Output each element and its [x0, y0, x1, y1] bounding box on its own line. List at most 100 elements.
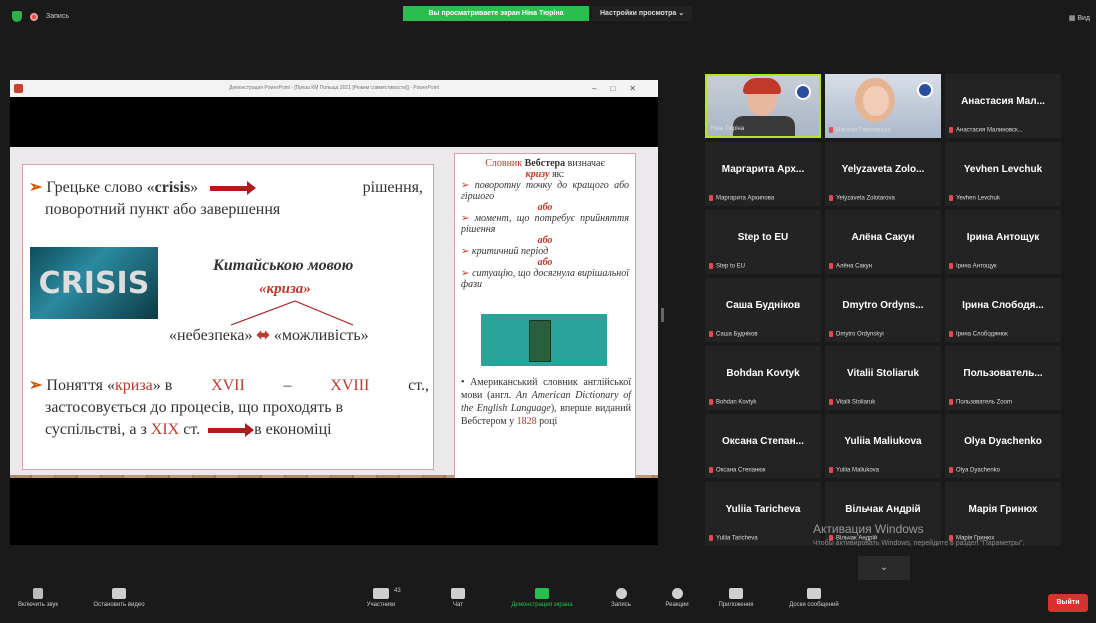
security-shield-icon[interactable]: [12, 11, 22, 22]
participant-display-name: Bohdan Kovtyk: [726, 368, 800, 379]
participant-tile[interactable]: Yelyzaveta Zolo... Yelyzaveta Zolotarova: [825, 142, 941, 206]
participant-display-name: Yuliia Maliukova: [844, 436, 922, 447]
participant-name-label: Step to EU: [709, 263, 745, 270]
participants-icon: [373, 588, 389, 599]
powerpoint-window-title: Демонстрация PowerPoint - [Преза КМ Поль…: [229, 85, 439, 91]
participant-tile[interactable]: Bohdan Kovtyk Bohdan Kovtyk: [705, 346, 821, 410]
participant-display-name: Анастасия Мал...: [961, 96, 1045, 107]
reactions-button[interactable]: Реакции: [658, 584, 696, 608]
participant-tile[interactable]: Dmytro Ordyns... Dmytro Ordynskyi: [825, 278, 941, 342]
bullet-arrow-icon: ➢: [29, 377, 47, 394]
muted-mic-icon: [709, 263, 713, 270]
arrow-right-icon: [208, 422, 255, 437]
leave-meeting-button[interactable]: Выйти: [1048, 594, 1088, 612]
muted-mic-icon: [949, 399, 953, 406]
word-crisis: crisis: [154, 179, 191, 196]
definition-2: момент, що потребує прийняття рішення: [461, 213, 629, 235]
participant-tile[interactable]: Step to EU Step to EU: [705, 210, 821, 274]
collapse-video-button[interactable]: ⌄: [858, 556, 910, 580]
webster-history: • Американський словник англійської мови…: [461, 377, 632, 427]
participant-tile[interactable]: Марія Гринюх Марія Гринюх: [945, 482, 1061, 546]
bullet-arrow-icon: ➢: [461, 180, 475, 191]
participant-display-name: Olya Dyachenko: [964, 436, 1042, 447]
participant-tile[interactable]: Olya Dyachenko Olya Dyachenko: [945, 414, 1061, 478]
participant-tile[interactable]: Ірина Слободя... Ірина Слободянюк: [945, 278, 1061, 342]
participant-tile[interactable]: Ніна Тюріна: [705, 74, 821, 138]
window-controls[interactable]: –□✕: [592, 80, 650, 97]
bullet-arrow-icon: ➢: [461, 268, 473, 279]
participant-display-name: Ірина Антощук: [966, 232, 1040, 243]
bullet-arrow-icon: ➢: [461, 213, 475, 224]
concept-line-3: суспільстві, а з XIX ст. в економіці: [29, 419, 429, 441]
participant-tile[interactable]: Саша Будніков Саша Будніков: [705, 278, 821, 342]
muted-mic-icon: [829, 195, 833, 202]
presentation-slide: ➢ Грецьке слово «crisis» рішення, поворо…: [10, 147, 658, 487]
windows-activation-title: Активация Windows: [813, 522, 924, 536]
participant-name-label: Yelyzaveta Zolotarova: [829, 195, 895, 202]
participant-label-text: Ірина Антощук: [956, 264, 997, 270]
text-segment: »: [190, 179, 199, 196]
participant-name-label: Анастасия Малиновск...: [949, 127, 1023, 134]
chat-button[interactable]: Чат: [446, 584, 470, 608]
whiteboards-label: Доски сообщений: [789, 602, 839, 608]
recording-indicator[interactable]: Запись: [12, 11, 69, 22]
century-17: XVII: [211, 377, 245, 394]
participant-display-name: Алёна Сакун: [851, 232, 915, 243]
participants-button[interactable]: Участники 43: [356, 584, 406, 608]
participant-tile[interactable]: Пользователь... Пользователь Zoom: [945, 346, 1061, 410]
whiteboards-button[interactable]: Доски сообщений: [776, 584, 852, 608]
participant-tile[interactable]: Vitalii Stoliaruk Vitalii Stoliaruk: [825, 346, 941, 410]
dictionary-image: [481, 314, 607, 366]
participant-display-name: Марія Гринюх: [968, 504, 1038, 515]
participant-tile[interactable]: Анастасия Мал... Анастасия Малиновск...: [945, 74, 1061, 138]
word-abo: або: [537, 235, 553, 246]
participant-tile[interactable]: Yevhen Levchuk Yevhen Levchuk: [945, 142, 1061, 206]
share-screen-button[interactable]: Демонстрация экрана: [494, 584, 590, 608]
participant-tile[interactable]: Yuliia Maliukova Yuliia Maliukova: [825, 414, 941, 478]
participant-display-name: Yuliia Taricheva: [725, 504, 801, 515]
shared-screen: Демонстрация PowerPoint - [Преза КМ Поль…: [10, 80, 658, 545]
unmute-button[interactable]: Включить звук: [8, 584, 68, 608]
participant-label-text: Yevhen Levchuk: [956, 196, 1000, 202]
participant-hair: [743, 78, 781, 94]
stop-video-button[interactable]: Остановить видео: [82, 584, 156, 608]
view-options-dropdown[interactable]: Настройки просмотра ⌄: [592, 6, 693, 21]
apps-button[interactable]: Приложения: [710, 584, 762, 608]
participant-display-name: Пользователь...: [963, 368, 1043, 379]
participant-label-text: Dmytro Ordynskyi: [836, 332, 884, 338]
participant-tile[interactable]: Маргарита Арх... Маргарита Архипова: [705, 142, 821, 206]
record-label: Запись: [611, 602, 631, 608]
participant-tile[interactable]: Алёна Сакун Алёна Сакун: [825, 210, 941, 274]
video-camera-icon: [112, 588, 126, 599]
word-krizu: кризу: [525, 169, 550, 180]
participant-display-name: Yelyzaveta Zolo...: [841, 164, 925, 175]
splitter-handle[interactable]: [661, 308, 664, 322]
record-button[interactable]: Запись: [604, 584, 638, 608]
smiley-icon: [671, 588, 683, 599]
participant-label-text: Step to EU: [716, 264, 746, 270]
definition-3: критичний період: [471, 246, 549, 257]
word-chance: «можливість»: [273, 327, 369, 344]
text-segment: » в: [152, 377, 173, 394]
participant-tile[interactable]: Вільчак Андрій Вільчак Андрій: [825, 482, 941, 546]
participant-tile[interactable]: Ірина Антощук Ірина Антощук: [945, 210, 1061, 274]
muted-mic-icon: [709, 195, 713, 202]
view-mode-button[interactable]: ▦ Вид: [1069, 14, 1090, 22]
definition-4: ситуацію, що досягнула вирішальної фази: [461, 268, 629, 290]
muted-mic-icon: [829, 399, 833, 406]
participant-label-text: Наталія Гавловська: [836, 128, 891, 134]
participants-count: 43: [394, 588, 401, 594]
participant-tile[interactable]: Оксана Степан... Оксана Степанюк: [705, 414, 821, 478]
participant-label-text: Пользователь Zoom: [956, 400, 1012, 406]
text-segment: Словник: [485, 158, 523, 169]
participant-tile[interactable]: Наталія Гавловська: [825, 74, 941, 138]
participant-display-name: Ірина Слободя...: [962, 300, 1044, 311]
participant-label-text: Vitalii Stoliaruk: [836, 400, 876, 406]
slide-right-panel: Словник Вебстера визначає кризу як: ➢ по…: [454, 153, 636, 485]
participant-tile[interactable]: Yuliia Taricheva Yuliia Taricheva: [705, 482, 821, 546]
participant-label-text: Саша Будніков: [716, 332, 758, 338]
participant-name-label: Саша Будніков: [709, 331, 758, 338]
unmute-label: Включить звук: [17, 602, 58, 608]
word-webster: Вебстера: [524, 158, 566, 169]
stop-video-label: Остановить видео: [93, 602, 145, 608]
